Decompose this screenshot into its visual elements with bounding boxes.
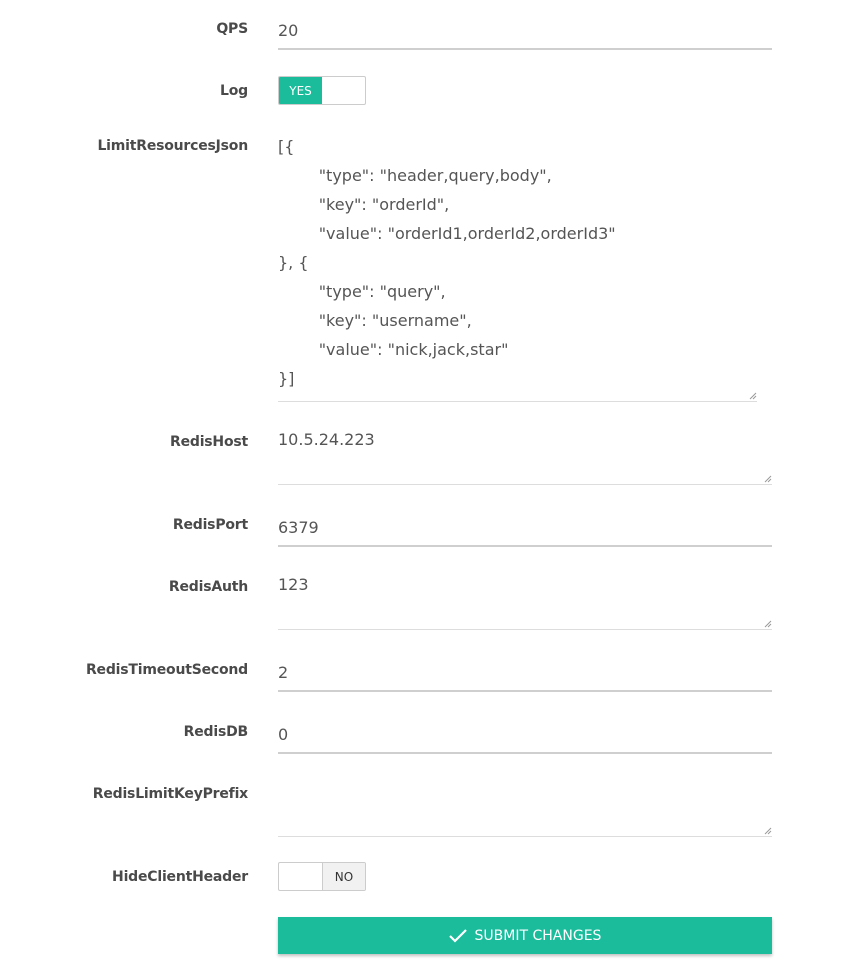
redis-host-label: RedisHost: [170, 434, 248, 450]
json-line: "key": "username",: [278, 311, 472, 330]
redis-auth-textarea[interactable]: 123: [278, 575, 772, 630]
json-line: "key": "orderId",: [278, 195, 450, 214]
json-line: "type": "header,query,body",: [278, 166, 552, 185]
redis-timeout-second-input[interactable]: 2: [278, 662, 772, 692]
resize-grip-icon[interactable]: [764, 620, 772, 628]
redis-limit-key-prefix-row: RedisLimitKeyPrefix: [0, 0, 853, 837]
redis-auth-value: 123: [278, 575, 309, 594]
hide-client-header-toggle-knob: [279, 863, 322, 890]
redis-host-value: 10.5.24.223: [278, 430, 375, 449]
redis-port-label: RedisPort: [172, 517, 248, 533]
redis-db-label: RedisDB: [183, 724, 249, 740]
redis-db-input[interactable]: 0: [278, 724, 772, 754]
redis-auth-label: RedisAuth: [168, 579, 248, 595]
submit-changes-button[interactable]: SUBMIT CHANGES: [278, 917, 772, 954]
hide-client-header-toggle[interactable]: NO: [278, 862, 366, 891]
json-line: "type": "query",: [278, 282, 446, 301]
json-line: }]: [278, 369, 295, 388]
redis-limit-key-prefix-textarea[interactable]: [278, 782, 772, 837]
redis-host-textarea[interactable]: 10.5.24.223: [278, 430, 772, 485]
check-icon: [448, 928, 467, 943]
json-line: "value": "orderId1,orderId2,orderId3": [278, 224, 616, 243]
json-line: "value": "nick,jack,star": [278, 340, 509, 359]
redis-port-input[interactable]: 6379: [278, 517, 772, 547]
json-line: [{: [278, 137, 295, 156]
resize-grip-icon[interactable]: [749, 392, 757, 400]
json-line: }, {: [278, 253, 309, 272]
redis-limit-key-prefix-label: RedisLimitKeyPrefix: [92, 786, 248, 802]
limit-resources-json-label: LimitResourcesJson: [97, 138, 248, 154]
resize-grip-icon[interactable]: [764, 475, 772, 483]
hide-client-header-toggle-no: NO: [321, 863, 365, 890]
redis-timeout-second-label: RedisTimeoutSecond: [85, 662, 248, 678]
hide-client-header-label: HideClientHeader: [112, 869, 248, 885]
submit-changes-label: SUBMIT CHANGES: [474, 927, 602, 944]
limit-resources-json-content: [{ "type": "header,query,body", "key": "…: [278, 132, 757, 393]
limit-resources-json-textarea[interactable]: [{ "type": "header,query,body", "key": "…: [278, 132, 757, 402]
resize-grip-icon[interactable]: [764, 827, 772, 835]
